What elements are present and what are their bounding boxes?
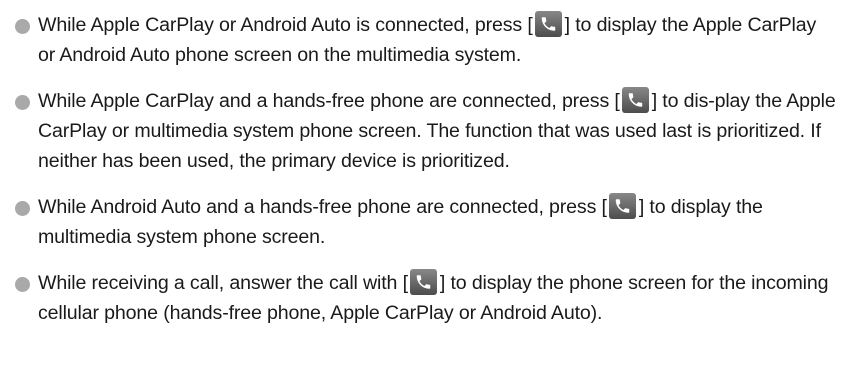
bullet-icon bbox=[15, 95, 30, 110]
item-text-before: While Apple CarPlay and a hands-free pho… bbox=[38, 90, 620, 112]
list-item: While Apple CarPlay and a hands-free pho… bbox=[15, 86, 838, 176]
phone-handset-icon bbox=[534, 11, 562, 37]
instruction-list: While Apple CarPlay or Android Auto is c… bbox=[0, 0, 852, 365]
bullet-icon bbox=[15, 19, 30, 34]
phone-handset-icon bbox=[608, 193, 636, 219]
list-item: While Apple CarPlay or Android Auto is c… bbox=[15, 10, 838, 70]
item-text-before: While Apple CarPlay or Android Auto is c… bbox=[38, 14, 533, 36]
bullet-icon bbox=[15, 201, 30, 216]
list-item: While Android Auto and a hands-free phon… bbox=[15, 192, 838, 252]
bullet-icon bbox=[15, 277, 30, 292]
item-text-before: While receiving a call, answer the call … bbox=[38, 272, 408, 294]
phone-handset-icon bbox=[621, 87, 649, 113]
phone-handset-icon bbox=[409, 269, 437, 295]
list-item: While receiving a call, answer the call … bbox=[15, 268, 838, 328]
item-text-before: While Android Auto and a hands-free phon… bbox=[38, 196, 607, 218]
